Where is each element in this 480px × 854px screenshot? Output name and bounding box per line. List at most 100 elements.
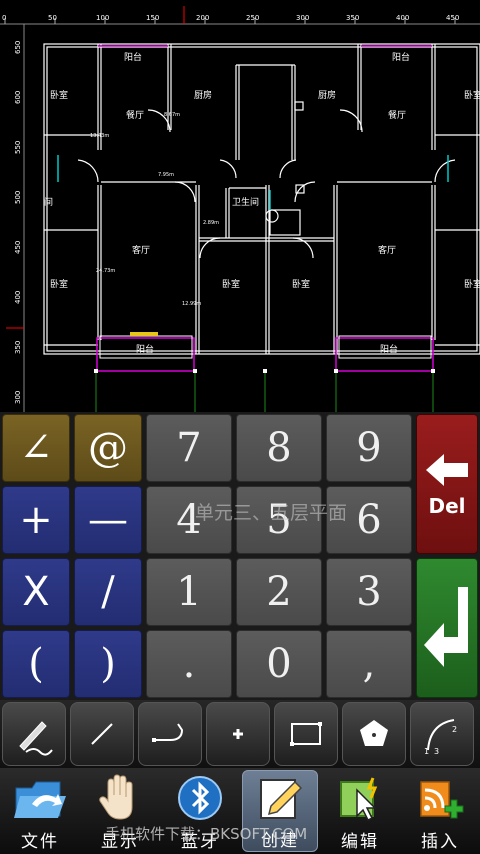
bluetooth-icon (172, 772, 228, 823)
insert-feed-icon (412, 772, 468, 823)
backspace-arrow-icon (426, 454, 468, 486)
main-menu-bar: 文件 显示 蓝牙 创建 编辑 插入 (0, 768, 480, 854)
polygon-tool-button[interactable] (342, 702, 406, 766)
ruler-tick: 50 (48, 14, 57, 22)
drawing-canvas[interactable]: 0 50 100 150 200 250 300 350 400 450 650… (0, 0, 480, 412)
tab-bluetooth-label: 蓝牙 (181, 832, 219, 852)
delete-key[interactable]: Del (416, 414, 478, 554)
window-marker (130, 332, 158, 336)
ruler-tick: 600 (14, 91, 22, 104)
ruler-tick: 550 (14, 141, 22, 154)
tab-file-label: 文件 (21, 832, 59, 852)
multiply-key[interactable]: X (2, 558, 70, 626)
angle-key[interactable]: ∠ (2, 414, 70, 482)
digit-5-key[interactable]: 5 (236, 486, 322, 554)
room-label: 卧室 (464, 89, 480, 101)
divide-key[interactable]: / (74, 558, 142, 626)
digit-6-key[interactable]: 6 (326, 486, 412, 554)
rectangle-icon (290, 722, 322, 746)
room-label: 阳台 (380, 343, 398, 355)
room-label: 厨房 (194, 89, 212, 101)
tab-insert-label: 插入 (421, 832, 459, 852)
top-ruler: 0 50 100 150 200 250 300 350 400 450 (0, 6, 480, 25)
dimension-text: 13.43m (90, 133, 109, 139)
room-label: 卧室 (464, 278, 480, 290)
tab-file[interactable]: 文件 (2, 770, 78, 852)
left-paren-key[interactable]: ( (2, 630, 70, 698)
minus-key[interactable]: — (74, 486, 142, 554)
room-label: 餐厅 (126, 109, 144, 121)
point-tool-button[interactable] (206, 702, 270, 766)
room-label: 卧室 (292, 278, 310, 290)
arc-icon: 2 3 1 (424, 719, 457, 756)
tab-display[interactable]: 显示 (82, 770, 158, 852)
svg-text:2: 2 (452, 725, 457, 734)
freehand-tool-button[interactable] (2, 702, 66, 766)
tab-bluetooth[interactable]: 蓝牙 (162, 770, 238, 852)
svg-text:1: 1 (424, 747, 429, 756)
point-icon (233, 729, 243, 739)
delete-key-label: Del (428, 494, 466, 518)
room-label: 阳台 (124, 51, 142, 63)
digit-1-key[interactable]: 1 (146, 558, 232, 626)
room-label: 客厅 (378, 244, 396, 256)
line-tool-button[interactable] (70, 702, 134, 766)
room-label: 间 (44, 196, 53, 208)
room-label: 卧室 (222, 278, 240, 290)
room-label: 餐厅 (388, 109, 406, 121)
hand-icon (92, 772, 148, 823)
comma-key[interactable]: , (326, 630, 412, 698)
ruler-tick: 450 (14, 241, 22, 254)
tab-edit-label: 编辑 (341, 832, 379, 852)
tab-create[interactable]: 创建 (242, 770, 318, 852)
drawing-toolbar: 2 3 1 (0, 700, 480, 768)
room-label: 客厅 (132, 244, 150, 256)
dimension-text: 2.89m (203, 220, 219, 226)
ruler-tick: 400 (14, 291, 22, 304)
tab-insert[interactable]: 插入 (402, 770, 478, 852)
polyline-tool-button[interactable] (138, 702, 202, 766)
pencil-paper-icon (252, 773, 308, 822)
digit-4-key[interactable]: 4 (146, 486, 232, 554)
arc-tool-button[interactable]: 2 3 1 (410, 702, 474, 766)
ruler-tick: 300 (296, 14, 309, 22)
right-paren-key[interactable]: ) (74, 630, 142, 698)
ruler-tick: 450 (446, 14, 459, 22)
digit-3-key[interactable]: 3 (326, 558, 412, 626)
digit-8-key[interactable]: 8 (236, 414, 322, 482)
digit-7-key[interactable]: 7 (146, 414, 232, 482)
input-keypad: ∠ @ + — X / ( ) 7 8 9 4 5 6 1 2 3 . 0 , … (0, 412, 480, 700)
enter-key[interactable] (416, 558, 478, 698)
balcony-lines (96, 45, 434, 372)
digit-0-key[interactable]: 0 (236, 630, 322, 698)
room-label: 阳台 (136, 343, 154, 355)
dimension-text: 24.73m (96, 268, 115, 274)
polygon-icon (360, 720, 388, 746)
walls (43, 43, 480, 355)
room-label: 卧室 (50, 89, 68, 101)
dimension-text: 12.99m (182, 301, 201, 307)
room-label: 阳台 (392, 51, 410, 63)
at-key[interactable]: @ (74, 414, 142, 482)
room-label: 卫生间 (232, 196, 259, 208)
svg-text:3: 3 (434, 747, 439, 756)
ruler-tick: 150 (146, 14, 159, 22)
room-label: 卧室 (50, 278, 68, 290)
ruler-tick: 200 (196, 14, 209, 22)
folder-icon (12, 772, 68, 823)
rectangle-tool-button[interactable] (274, 702, 338, 766)
dimension-text: 7.95m (158, 172, 174, 178)
tab-edit[interactable]: 编辑 (322, 770, 398, 852)
plus-key[interactable]: + (2, 486, 70, 554)
ruler-tick: 350 (14, 341, 22, 354)
enter-arrow-icon (424, 587, 468, 667)
digit-2-key[interactable]: 2 (236, 558, 322, 626)
digit-9-key[interactable]: 9 (326, 414, 412, 482)
polyline-icon (152, 723, 184, 742)
tab-create-label: 创建 (261, 831, 299, 851)
ruler-tick: 350 (346, 14, 359, 22)
room-label: 厨房 (318, 89, 336, 101)
dimension-text: 8.67m (164, 112, 180, 118)
decimal-point-key[interactable]: . (146, 630, 232, 698)
ruler-tick: 400 (396, 14, 409, 22)
